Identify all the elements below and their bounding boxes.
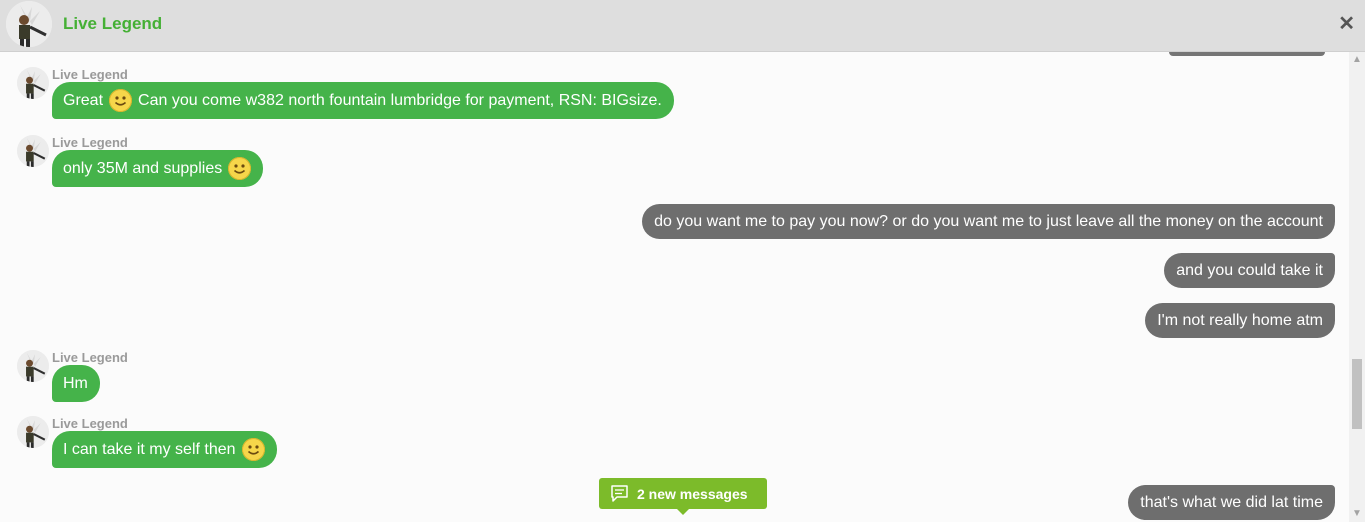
close-icon[interactable]: ✕ xyxy=(1338,11,1355,36)
scrollbar[interactable]: ▲ ▼ xyxy=(1349,52,1365,522)
message-text: only 35M and supplies xyxy=(63,160,223,177)
sender-name: Live Legend xyxy=(52,350,128,365)
sender-name: Live Legend xyxy=(52,67,128,82)
avatar[interactable] xyxy=(6,1,52,47)
message-bubble-out: and you could take it xyxy=(1164,253,1335,288)
smiley-icon xyxy=(228,157,252,180)
message-text: Great xyxy=(63,92,104,109)
message-icon xyxy=(610,484,629,503)
chat-header: Live Legend ✕ xyxy=(0,0,1365,52)
message-text: Hm xyxy=(63,375,88,392)
avatar xyxy=(17,67,49,99)
message-bubble-out: that's what we did lat time xyxy=(1128,485,1335,520)
avatar xyxy=(17,350,49,382)
avatar xyxy=(17,416,49,448)
new-messages-label: 2 new messages xyxy=(637,485,748,502)
message-bubble-in: Great Can you come w382 north fountain l… xyxy=(52,82,674,119)
message-bubble-out xyxy=(1169,52,1325,56)
sender-name: Live Legend xyxy=(52,416,128,431)
scroll-thumb[interactable] xyxy=(1352,359,1362,429)
message-bubble-out: I'm not really home atm xyxy=(1145,303,1335,338)
message-bubble-in: Hm xyxy=(52,365,100,402)
page-title: Live Legend xyxy=(63,14,163,33)
scroll-down-icon[interactable]: ▼ xyxy=(1349,506,1365,522)
message-text: I can take it my self then xyxy=(63,441,236,458)
message-bubble-in: only 35M and supplies xyxy=(52,150,264,187)
new-messages-button[interactable]: 2 new messages xyxy=(599,478,767,515)
smiley-icon xyxy=(241,438,265,461)
message-bubble-in: I can take it my self then xyxy=(52,431,277,468)
message-bubble-out: do you want me to pay you now? or do you… xyxy=(642,204,1335,239)
smiley-icon xyxy=(109,89,133,112)
avatar xyxy=(17,135,49,167)
scroll-up-icon[interactable]: ▲ xyxy=(1349,52,1365,68)
message-list: Live Legend Great Can you come w382 nort… xyxy=(0,52,1349,522)
sender-name: Live Legend xyxy=(52,135,128,150)
message-text: Can you come w382 north fountain lumbrid… xyxy=(138,92,662,109)
